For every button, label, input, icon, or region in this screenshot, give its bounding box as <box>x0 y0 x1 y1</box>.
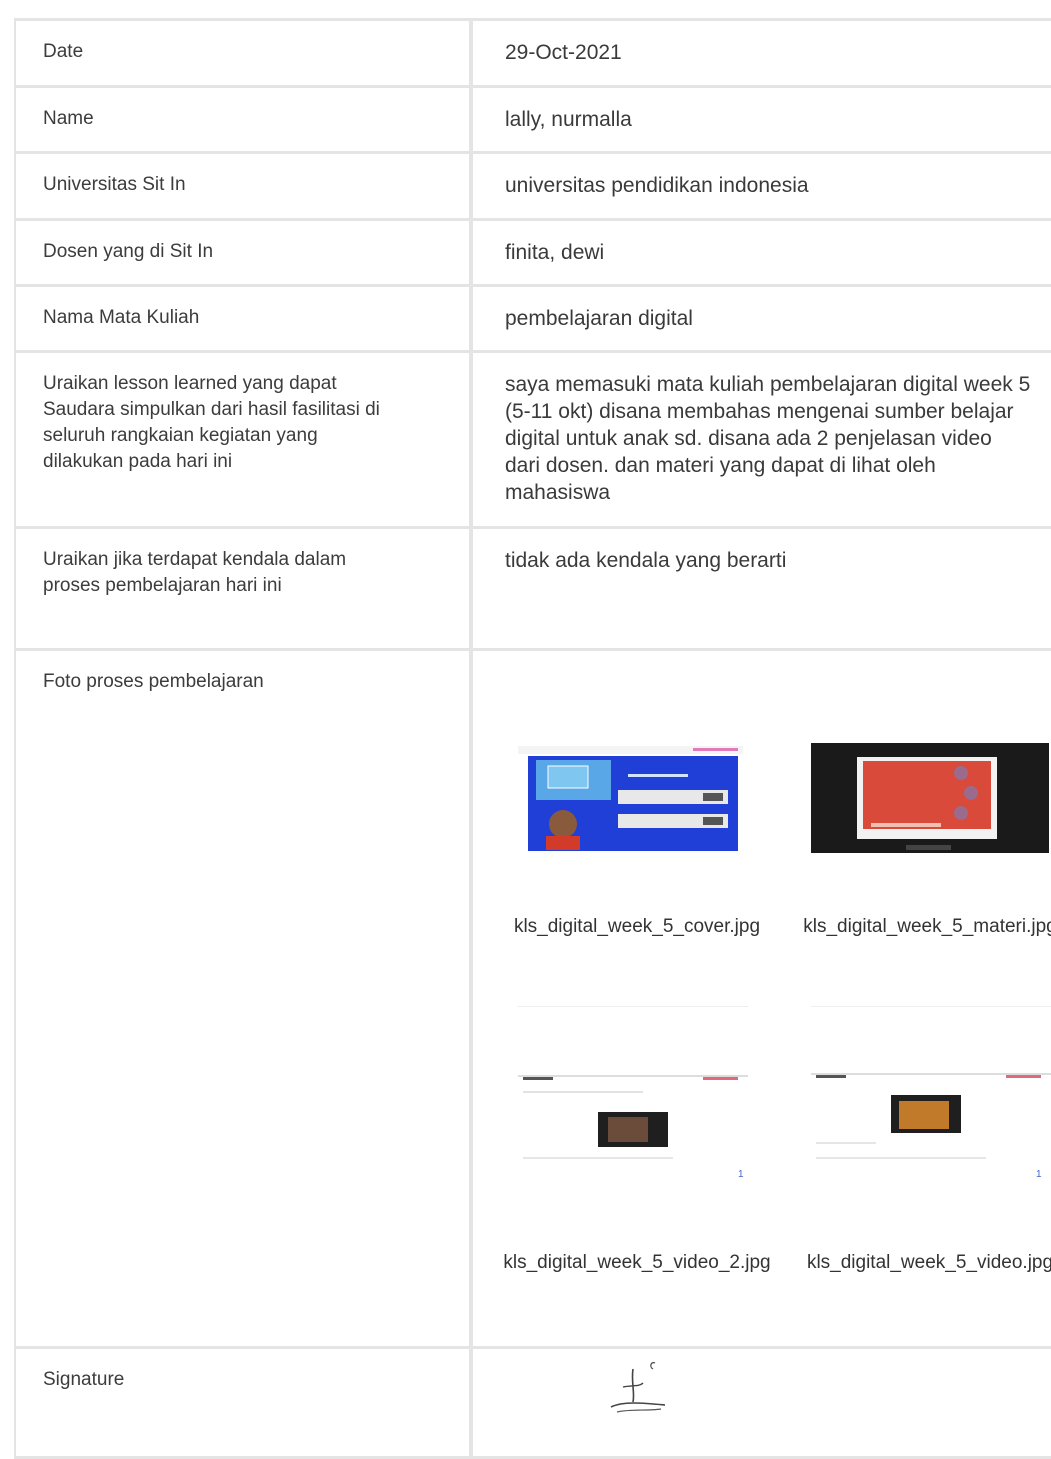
photos-cell: kls_digital_week_5_cover.jpg kls_digital… <box>471 648 1051 1349</box>
signature-area <box>473 1349 1051 1439</box>
obstacles-label: Uraikan jika terdapat kendala dalam pros… <box>14 526 473 651</box>
cover-screenshot-image <box>518 746 743 851</box>
lesson-learned-value: saya memasuki mata kuliah pembelajaran d… <box>471 350 1051 529</box>
photo-materi-thumbnail[interactable] <box>811 743 1049 858</box>
obstacles-value: tidak ada kendala yang berarti <box>471 526 1051 651</box>
signature-label: Signature <box>14 1346 473 1459</box>
row-lesson-learned: Uraikan lesson learned yang dapat Saudar… <box>14 350 1051 529</box>
photo-video-thumbnail[interactable]: 1 <box>811 1006 1051 1242</box>
svg-text:1: 1 <box>738 1169 744 1180</box>
photo-video2-thumbnail[interactable]: 1 <box>518 1006 748 1242</box>
obstacles-label-text: Uraikan jika terdapat kendala dalam pros… <box>43 549 347 596</box>
name-value: lally, nurmalla <box>471 85 1051 154</box>
row-course: Nama Mata Kuliah pembelajaran digital <box>14 284 1051 353</box>
date-value: 29-Oct-2021 <box>471 18 1051 88</box>
row-obstacles: Uraikan jika terdapat kendala dalam pros… <box>14 526 1051 651</box>
row-name: Name lally, nurmalla <box>14 85 1051 154</box>
lesson-learned-label: Uraikan lesson learned yang dapat Saudar… <box>14 350 473 529</box>
university-label: Universitas Sit In <box>14 151 473 221</box>
course-value: pembelajaran digital <box>471 284 1051 353</box>
sit-in-report-table: Date 29-Oct-2021 Name lally, nurmalla Un… <box>14 18 1051 1459</box>
university-value: universitas pendidikan indonesia <box>471 151 1051 221</box>
row-university: Universitas Sit In universitas pendidika… <box>14 151 1051 221</box>
row-signature: Signature <box>14 1346 1051 1459</box>
photo-video-caption: kls_digital_week_5_video.jpg <box>806 1252 1051 1273</box>
photo-cover-caption: kls_digital_week_5_cover.jpg <box>513 916 761 937</box>
form-sheet: Date 29-Oct-2021 Name lally, nurmalla Un… <box>0 0 1051 1459</box>
course-label: Nama Mata Kuliah <box>14 284 473 353</box>
name-label: Name <box>14 85 473 154</box>
row-photos: Foto proses pembelajaran kls_digital_wee… <box>14 648 1051 1349</box>
lecturer-label: Dosen yang di Sit In <box>14 218 473 287</box>
photo-materi-caption: kls_digital_week_5_materi.jpg <box>803 916 1051 937</box>
video-screenshot-image: 1 <box>811 1007 1051 1242</box>
photo-gallery: kls_digital_week_5_cover.jpg kls_digital… <box>473 651 1051 1341</box>
signature-cell <box>471 1346 1051 1459</box>
svg-text:1: 1 <box>1036 1169 1042 1180</box>
signature-image <box>610 1362 666 1413</box>
row-date: Date 29-Oct-2021 <box>14 18 1051 88</box>
materi-screenshot-image <box>811 743 1049 853</box>
photo-video2-caption: kls_digital_week_5_video_2.jpg <box>503 1252 771 1273</box>
date-label: Date <box>14 18 473 88</box>
video2-screenshot-image: 1 <box>518 1007 748 1242</box>
lecturer-value: finita, dewi <box>471 218 1051 287</box>
lesson-learned-label-text: Uraikan lesson learned yang dapat Saudar… <box>43 373 380 472</box>
row-lecturer: Dosen yang di Sit In finita, dewi <box>14 218 1051 287</box>
photos-label: Foto proses pembelajaran <box>14 648 473 1349</box>
photo-cover-thumbnail[interactable] <box>518 746 743 856</box>
